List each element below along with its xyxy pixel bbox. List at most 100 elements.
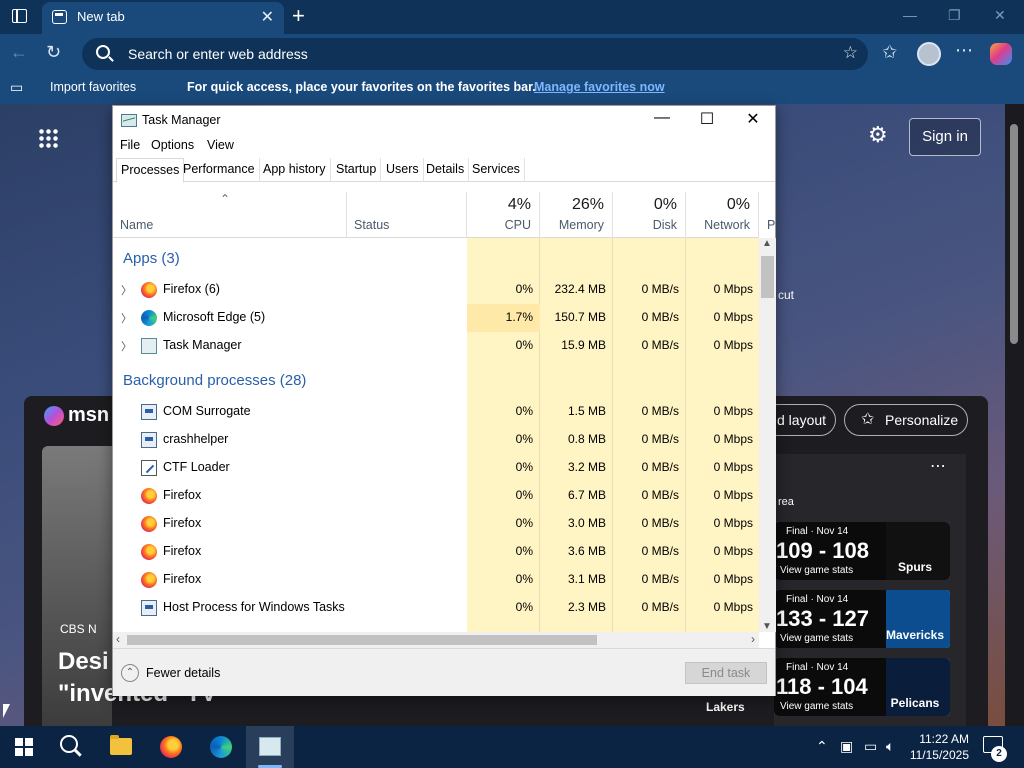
expand-chevron-icon[interactable]: 〉 — [121, 310, 132, 326]
favorite-star-icon[interactable]: ☆ — [843, 43, 858, 63]
file-explorer-icon[interactable] — [110, 735, 132, 755]
score-card[interactable]: Final · Nov 14 133 - 127 View game stats… — [774, 590, 950, 648]
sports-more-icon[interactable]: ⋯ — [930, 456, 946, 476]
process-row[interactable]: crashhelper 0% 0.8 MB 0 MB/s 0 Mbps — [113, 426, 759, 454]
volume-icon[interactable]: 🔈︎ — [886, 738, 894, 755]
network-icon[interactable]: ▭ — [864, 738, 877, 755]
tab-title: New tab — [77, 9, 125, 24]
search-icon[interactable] — [60, 735, 78, 753]
process-row[interactable]: Firefox 0% 3.1 MB 0 MB/s 0 Mbps — [113, 566, 759, 594]
game-stats-link[interactable]: View game stats — [780, 565, 853, 576]
scroll-left-icon[interactable]: ‹ — [116, 632, 120, 646]
import-favorites-icon: ▭ — [10, 79, 24, 95]
scroll-up-icon[interactable]: ▲ — [762, 238, 772, 249]
tab-users[interactable]: Users — [382, 158, 424, 182]
expand-chevron-icon[interactable]: 〉 — [121, 338, 132, 354]
favorites-bar: ▭ Import favorites For quick access, pla… — [0, 74, 1024, 104]
menu-options[interactable]: Options — [151, 138, 194, 152]
settings-gear-icon[interactable]: ⚙ — [868, 122, 888, 148]
shortcut-label[interactable]: cut — [778, 288, 794, 302]
refresh-icon[interactable]: ↻ — [46, 42, 61, 63]
score-card[interactable]: Final · Nov 14 118 - 104 View game stats… — [774, 658, 950, 716]
tab-services[interactable]: Services — [468, 158, 525, 182]
firefox-icon[interactable] — [160, 736, 182, 758]
menu-file[interactable]: File — [120, 138, 140, 152]
process-row[interactable]: Host Process for Windows Tasks 0% 2.3 MB… — [113, 594, 759, 622]
process-cpu: 0% — [515, 600, 533, 614]
tab-performance[interactable]: Performance — [179, 158, 260, 182]
tab-processes[interactable]: Processes — [116, 158, 185, 183]
favorites-icon[interactable]: ✩ — [882, 42, 897, 63]
score-card[interactable]: Final · Nov 14 109 - 108 View game stats… — [774, 522, 950, 580]
horizontal-scrollbar-thumb[interactable] — [127, 635, 597, 645]
close-tab-icon[interactable]: ✕ — [261, 7, 274, 27]
process-row[interactable]: 〉 Microsoft Edge (5) 1.7% 150.7 MB 0 MB/… — [113, 304, 759, 332]
column-disk[interactable]: 0% Disk — [613, 192, 686, 238]
tab-startup[interactable]: Startup — [332, 158, 382, 182]
close-window-icon[interactable]: ✕ — [994, 7, 1006, 24]
sign-in-button[interactable]: Sign in — [909, 118, 981, 156]
horizontal-scrollbar[interactable]: ‹ › — [113, 632, 759, 648]
process-row[interactable]: Firefox 0% 6.7 MB 0 MB/s 0 Mbps — [113, 482, 759, 510]
apps-grid-icon[interactable] — [38, 128, 58, 148]
process-name: Task Manager — [163, 338, 242, 352]
process-disk: 0 MB/s — [641, 544, 679, 558]
tab-app-history[interactable]: App history — [259, 158, 331, 182]
process-row[interactable]: 〉 Firefox (6) 0% 232.4 MB 0 MB/s 0 Mbps — [113, 276, 759, 304]
meet-now-icon[interactable]: ▣ — [840, 738, 853, 755]
end-task-button[interactable]: End task — [685, 662, 767, 684]
tab-new-tab[interactable]: New tab ✕ — [42, 2, 284, 34]
task-manager-icon — [121, 114, 137, 127]
restore-icon[interactable]: ❐ — [948, 7, 961, 24]
msn-logo[interactable]: msn — [44, 404, 109, 427]
back-icon[interactable]: ← — [10, 42, 28, 63]
more-menu-icon[interactable]: ⋯ — [955, 40, 973, 61]
import-favorites-button[interactable]: Import favorites — [50, 80, 136, 94]
process-row[interactable]: COM Surrogate 0% 1.5 MB 0 MB/s 0 Mbps — [113, 398, 759, 426]
close-icon[interactable]: ✕ — [730, 109, 776, 129]
game-stats-link[interactable]: View game stats — [780, 633, 853, 644]
profile-avatar[interactable] — [917, 42, 941, 66]
process-row[interactable]: CTF Loader 0% 3.2 MB 0 MB/s 0 Mbps — [113, 454, 759, 482]
scroll-down-icon[interactable]: ▼ — [762, 621, 772, 632]
system-clock[interactable]: 11:22 AM 11/15/2025 — [905, 731, 969, 763]
chevron-up-icon[interactable]: ⌃ — [816, 738, 828, 755]
menu-view[interactable]: View — [207, 138, 234, 152]
scroll-right-icon[interactable]: › — [751, 632, 755, 646]
page-scrollbar[interactable] — [1005, 104, 1024, 726]
minimize-icon[interactable]: — — [639, 109, 685, 127]
process-row[interactable]: Firefox 0% 3.6 MB 0 MB/s 0 Mbps — [113, 538, 759, 566]
tab-details[interactable]: Details — [422, 158, 470, 182]
process-row[interactable]: 〉 Task Manager 0% 15.9 MB 0 MB/s 0 Mbps — [113, 332, 759, 360]
maximize-icon[interactable]: ☐ — [684, 109, 730, 129]
process-row[interactable]: Firefox 0% 3.0 MB 0 MB/s 0 Mbps — [113, 510, 759, 538]
process-network: 0 Mbps — [713, 544, 753, 558]
column-cpu[interactable]: 4% CPU — [467, 192, 540, 238]
group-background-processes[interactable]: Background processes (28) — [123, 372, 306, 389]
scrollbar-thumb[interactable] — [761, 256, 774, 298]
column-network[interactable]: 0% Network — [686, 192, 759, 238]
column-memory[interactable]: 26% Memory — [540, 192, 613, 238]
memory-total: 26% — [571, 196, 604, 213]
column-status[interactable]: Status — [347, 192, 467, 238]
tab-actions-icon[interactable] — [12, 9, 27, 23]
manage-favorites-link[interactable]: Manage favorites now — [534, 80, 665, 94]
minimize-icon[interactable]: — — [903, 7, 917, 23]
group-apps[interactable]: Apps (3) — [123, 250, 180, 267]
column-power-label[interactable]: P — [767, 218, 775, 232]
page-scrollbar-thumb[interactable] — [1010, 124, 1018, 344]
address-bar[interactable]: Search or enter web address ☆ — [82, 38, 868, 70]
task-manager-titlebar[interactable]: Task Manager — ☐ ✕ — [113, 106, 775, 136]
game-stats-link[interactable]: View game stats — [780, 701, 853, 712]
column-name[interactable]: Name — [113, 192, 347, 238]
fewer-details-button[interactable]: Fewer details — [146, 666, 220, 680]
task-manager-window: Task Manager — ☐ ✕ File Options View Pro… — [112, 105, 776, 696]
new-tab-button[interactable]: + — [292, 3, 305, 29]
start-button[interactable] — [15, 738, 33, 756]
chevron-up-icon[interactable]: ⌃ — [121, 664, 139, 682]
process-list-scrollbar[interactable]: ▲ ▼ — [759, 238, 776, 632]
expand-chevron-icon[interactable]: 〉 — [121, 282, 132, 298]
personalize-button[interactable]: Personalize — [844, 404, 968, 436]
edge-icon[interactable] — [210, 736, 232, 758]
copilot-icon[interactable] — [990, 43, 1012, 65]
